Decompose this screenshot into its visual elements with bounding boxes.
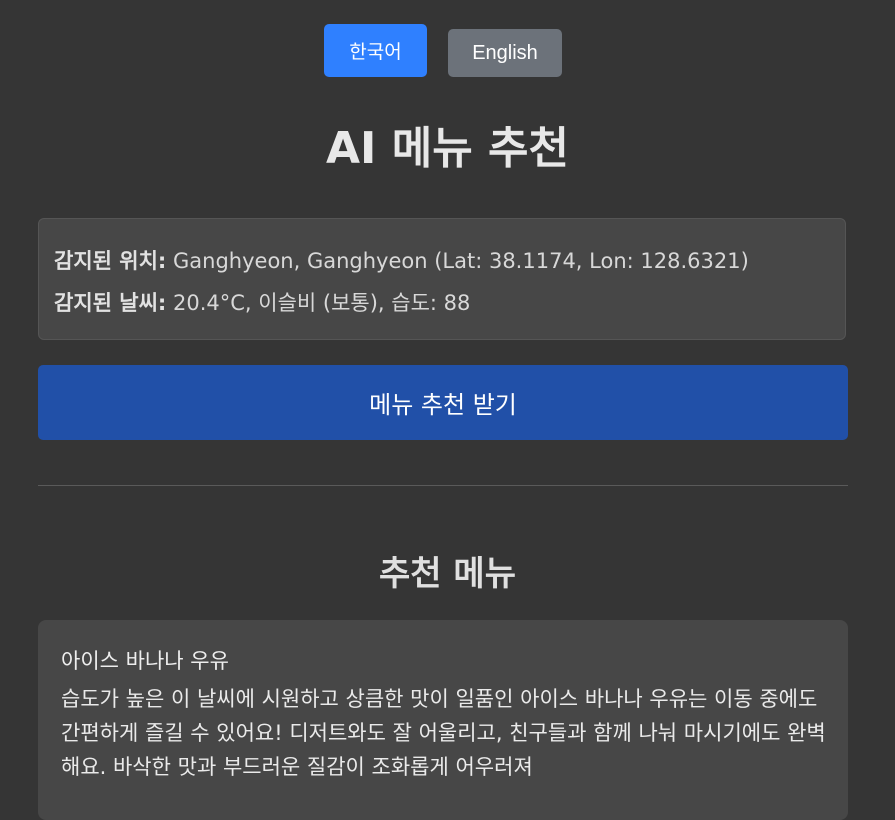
recommended-menu-card: 아이스 바나나 우유 습도가 높은 이 날씨에 시원하고 상큼한 맛이 일품인 … (38, 620, 848, 820)
detected-info-panel: 감지된 위치: Ganghyeon, Ganghyeon (Lat: 38.11… (38, 218, 846, 340)
location-label: 감지된 위치: (54, 249, 167, 273)
get-recommendation-button[interactable]: 메뉴 추천 받기 (38, 365, 848, 440)
weather-row: 감지된 날씨: 20.4°C, 이슬비 (보통), 습도: 88 (54, 287, 845, 329)
recommendation-section-title: 추천 메뉴 (379, 554, 516, 594)
weather-label: 감지된 날씨: (54, 291, 167, 315)
language-switcher: 한국어 English (0, 24, 895, 78)
menu-name: 아이스 바나나 우유 (61, 649, 229, 673)
divider (38, 485, 848, 486)
location-value: Ganghyeon, Ganghyeon (Lat: 38.1174, Lon:… (173, 249, 749, 273)
korean-language-button[interactable]: 한국어 (324, 24, 427, 77)
menu-description: 습도가 높은 이 날씨에 시원하고 상큼한 맛이 일품인 아이스 바나나 우유는… (61, 687, 826, 779)
weather-value: 20.4°C, 이슬비 (보통), 습도: 88 (173, 291, 471, 315)
page-title: AI 메뉴 추천 (326, 123, 569, 174)
english-language-button[interactable]: English (448, 29, 562, 77)
location-row: 감지된 위치: Ganghyeon, Ganghyeon (Lat: 38.11… (54, 245, 845, 287)
